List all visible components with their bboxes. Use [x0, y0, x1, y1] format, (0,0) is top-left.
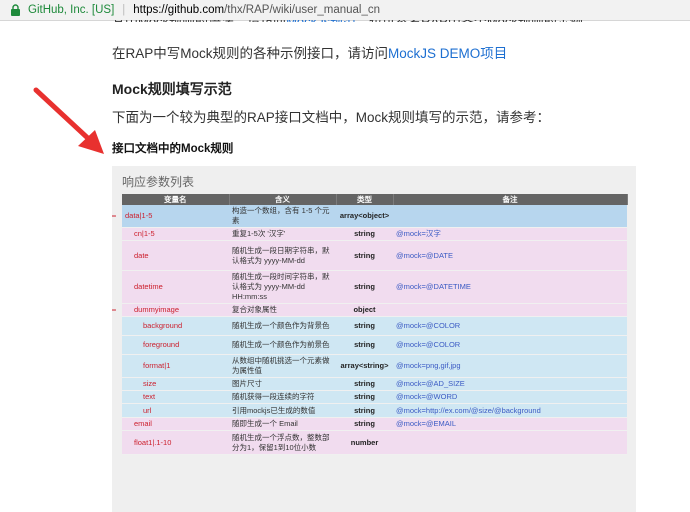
column-header-name: 变量名: [122, 194, 230, 205]
table-row: email 随即生成一个 Email string @mock=@EMAIL: [122, 417, 627, 431]
param-name: format|1: [122, 354, 229, 378]
table-row: background 随机生成一个颜色作为背景色 string @mock=@COLO…: [122, 316, 627, 336]
param-name: dummyimage: [122, 303, 229, 317]
param-name: email: [122, 417, 229, 431]
param-note: [393, 303, 627, 317]
param-type: string: [336, 390, 393, 404]
param-type: number: [336, 430, 393, 455]
url-host: https://github.com: [133, 4, 225, 16]
param-note: [393, 430, 627, 455]
site-identity[interactable]: GitHub, Inc. [US]: [28, 4, 114, 16]
address-separator: |: [122, 4, 126, 16]
demo-paragraph: 在RAP中写Mock规则的各种示例接口，请访问MockJS DEMO项目: [112, 42, 507, 62]
url-path: /thx/RAP/wiki/user_manual_cn: [224, 4, 381, 16]
section-paragraph: 下面为一个较为典型的RAP接口文档中，Mock规则填写的示范，请参考：: [112, 110, 551, 125]
page-content: 其中Mock规则的语法，请访问Mock.js规范，也可参考RAP中各个Mock规…: [0, 20, 690, 512]
param-description: 随即生成一个 Email: [229, 417, 336, 431]
param-note: @mock=@EMAIL: [393, 417, 627, 431]
mockjs-demo-link[interactable]: MockJS DEMO项目: [388, 46, 507, 61]
figure-title: 响应参数列表: [122, 175, 195, 189]
response-params-screenshot: 响应参数列表 变量名 含义 类型 备注 data|1-5 构造一个数组，含有 1-…: [112, 166, 636, 512]
cut-line-end: ，也可参考RAP中各个Mock规则的示例。: [356, 20, 596, 29]
param-note: @mock=@DATE: [393, 240, 627, 271]
collapse-toggle-icon[interactable]: −: [112, 305, 116, 315]
table-row: cn|1-5 重复1-5次 '汉字' string @mock=汉字: [122, 227, 627, 241]
param-note: [393, 205, 627, 228]
table-row: dummyimage 复合对象属性 object: [122, 303, 627, 317]
param-description: 复合对象属性: [229, 303, 336, 317]
table-row: date 随机生成一段日期字符串，默认格式为 yyyy-MM-dd string @m…: [122, 240, 627, 271]
param-description: 图片尺寸: [229, 377, 336, 391]
param-type: string: [336, 227, 393, 241]
param-description: 从数组中随机挑选一个元素做为属性值: [229, 354, 336, 378]
param-type: string: [336, 377, 393, 391]
param-description: 重复1-5次 '汉字': [229, 227, 336, 241]
param-note: @mock=@WORD: [393, 390, 627, 404]
param-description: 随机生成一段日期字符串，默认格式为 yyyy-MM-dd: [229, 240, 336, 271]
param-note: @mock=@COLOR: [393, 316, 627, 336]
param-type: string: [336, 335, 393, 355]
param-name: foreground: [122, 335, 229, 355]
param-note: @mock=@COLOR: [393, 335, 627, 355]
param-type: string: [336, 316, 393, 336]
url-text[interactable]: https://github.com/thx/RAP/wiki/user_man…: [133, 4, 380, 16]
param-name: text: [122, 390, 229, 404]
param-note: @mock=@DATETIME: [393, 270, 627, 304]
collapse-toggle-icon[interactable]: −: [112, 211, 116, 221]
param-name: cn|1-5: [122, 227, 229, 241]
param-description: 随机生成一个颜色作为前景色: [229, 335, 336, 355]
table-header-row: 变量名 含义 类型 备注: [122, 194, 628, 205]
param-description: 随机获得一段连续的字符: [229, 390, 336, 404]
column-header-note: 备注: [393, 194, 628, 205]
param-name: date: [122, 240, 229, 271]
param-type: array<string>: [336, 354, 393, 378]
param-description: 构造一个数组，含有 1-5 个元素: [229, 205, 336, 228]
table-row: float1|.1-10 随机生成一个浮点数，整数部分为1，保留1到10位小数 nu…: [122, 430, 627, 455]
table-row: format|1 从数组中随机挑选一个元素做为属性值 array<string> @m…: [122, 354, 627, 378]
param-name: background: [122, 316, 229, 336]
param-name: data|1-5: [122, 205, 229, 228]
param-description: 随机生成一个颜色作为背景色: [229, 316, 336, 336]
param-type: string: [336, 270, 393, 304]
param-name: size: [122, 377, 229, 391]
demo-paragraph-text: 在RAP中写Mock规则的各种示例接口，请访问: [112, 46, 389, 61]
cut-line-start: 其中Mock规则的语法，请访问: [112, 20, 287, 29]
table-body: data|1-5 构造一个数组，含有 1-5 个元素 array<object> cn…: [122, 205, 627, 455]
param-description: 随机生成一段时间字符串，默认格式为 yyyy-MM-dd HH:mm:ss: [229, 270, 336, 304]
table-row: url 引用mockjs已生成的数值 string @mock=http://ex.c…: [122, 403, 627, 418]
column-header-type: 类型: [336, 194, 394, 205]
param-note: @mock=http://ex.com/@size/@background: [393, 403, 627, 418]
cut-off-paragraph: 其中Mock规则的语法，请访问Mock.js规范，也可参考RAP中各个Mock规…: [112, 20, 596, 29]
param-type: string: [336, 240, 393, 271]
mockjs-spec-link[interactable]: Mock.js规范: [286, 20, 356, 22]
param-name: url: [122, 403, 229, 418]
param-note: @mock=@AD_SIZE: [393, 377, 627, 391]
param-note: @mock=png,gif,jpg: [393, 354, 627, 378]
red-arrow-annotation: [33, 87, 104, 154]
lock-icon: [10, 4, 22, 16]
table-row: text 随机获得一段连续的字符 string @mock=@WORD: [122, 390, 627, 404]
table-row: size 图片尺寸 string @mock=@AD_SIZE: [122, 377, 627, 391]
address-bar[interactable]: GitHub, Inc. [US] | https://github.com/t…: [0, 0, 690, 21]
param-type: string: [336, 403, 393, 418]
table-row: foreground 随机生成一个颜色作为前景色 string @mock=@COLO…: [122, 335, 627, 355]
param-type: object: [336, 303, 393, 317]
params-table: 变量名 含义 类型 备注 data|1-5 构造一个数组，含有 1-5 个元素 ar…: [122, 194, 628, 455]
table-row: data|1-5 构造一个数组，含有 1-5 个元素 array<object>: [122, 205, 627, 228]
param-description: 随机生成一个浮点数，整数部分为1，保留1到10位小数: [229, 430, 336, 455]
column-header-desc: 含义: [229, 194, 337, 205]
param-type: array<object>: [336, 205, 393, 228]
param-type: string: [336, 417, 393, 431]
table-row: datetime 随机生成一段时间字符串，默认格式为 yyyy-MM-dd HH:…: [122, 270, 627, 304]
subsection-heading: 接口文档中的Mock规则: [112, 143, 234, 155]
param-description: 引用mockjs已生成的数值: [229, 403, 336, 418]
param-name: float1|.1-10: [122, 430, 229, 455]
section-heading: Mock规则填写示范: [112, 81, 232, 97]
param-name: datetime: [122, 270, 229, 304]
param-note: @mock=汉字: [393, 227, 627, 241]
